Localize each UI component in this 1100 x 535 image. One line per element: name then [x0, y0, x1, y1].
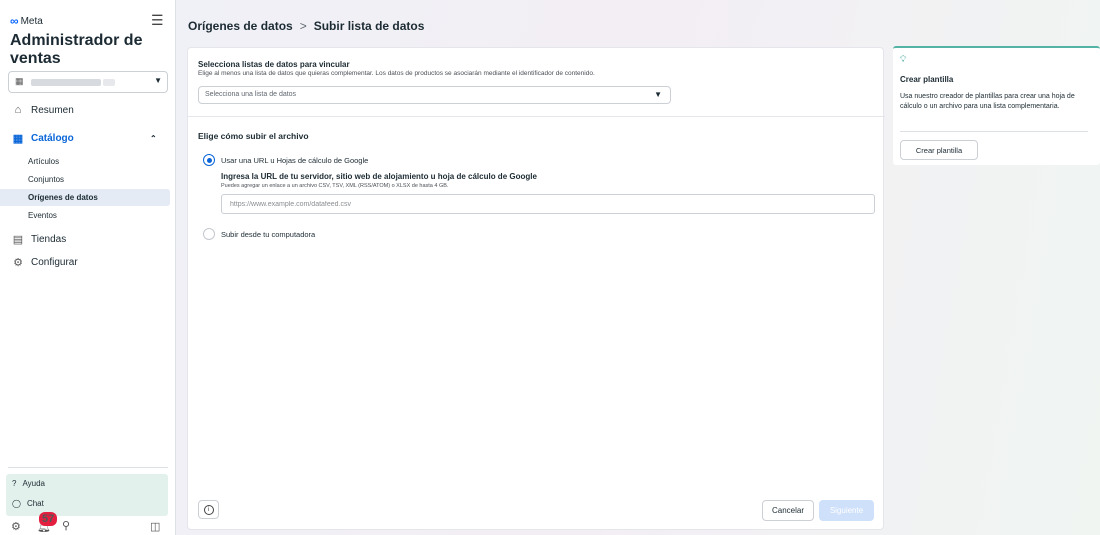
breadcrumb-separator: > [299, 19, 307, 33]
url-field-help: Puedes agregar un enlace a un archivo CS… [221, 183, 449, 189]
template-card-title: Crear plantilla [900, 75, 954, 84]
app-title: Administrador de ventas [10, 32, 143, 67]
menu-icon[interactable]: ☰ [151, 12, 164, 29]
cancel-button[interactable]: Cancelar [762, 500, 814, 521]
select-lists-title: Selecciona listas de datos para vincular [198, 60, 350, 69]
help-box: ? Ayuda ◯ Chat [6, 474, 168, 516]
next-button[interactable]: Siguiente [819, 500, 874, 521]
grid-icon: ▦ [15, 76, 24, 86]
sidebar-item-label: Tiendas [31, 234, 67, 245]
help-label: Ayuda [22, 479, 45, 488]
data-list-select[interactable]: Selecciona una lista de datos ▼ [198, 86, 671, 104]
url-field-title: Ingresa la URL de tu servidor, sitio web… [221, 172, 537, 181]
radio-url-option[interactable] [203, 154, 215, 166]
url-option-label[interactable]: Usar una URL u Hojas de cálculo de Googl… [221, 156, 368, 165]
help-link[interactable]: ? Ayuda [12, 479, 45, 488]
info-icon: i [203, 504, 214, 515]
question-icon: ? [12, 479, 17, 488]
lightbulb-icon: 💡︎ [900, 54, 907, 64]
catalog-grid-icon: ▦ [12, 133, 24, 145]
data-list-select-placeholder: Selecciona una lista de datos [205, 91, 297, 98]
sidebar-divider [8, 467, 168, 468]
sidebar-subitem-events[interactable]: Eventos [0, 207, 170, 224]
sidebar-item-label: Catálogo [31, 133, 74, 144]
breadcrumb-current: Subir lista de datos [313, 19, 425, 33]
meta-infinity-icon: ∞ [10, 14, 19, 28]
meta-brand-text: Meta [20, 15, 43, 27]
sidebar-item-catalog[interactable]: ▦ Catálogo ⌃ [0, 132, 176, 145]
breadcrumb-data-sources[interactable]: Orígenes de datos [188, 19, 293, 33]
sidebar-item-label: Configurar [31, 257, 78, 268]
create-template-button[interactable]: Crear plantilla [900, 140, 978, 160]
sidebar-item-summary[interactable]: ⌂ Resumen [0, 104, 176, 116]
settings-gear-icon[interactable]: ⚙ [11, 520, 21, 533]
sidebar-item-shops[interactable]: ▤ Tiendas [0, 233, 176, 246]
url-input[interactable] [221, 194, 875, 214]
sidebar-item-label: Resumen [31, 104, 74, 116]
notification-badge: 57 [39, 512, 58, 526]
chat-label: Chat [26, 499, 44, 508]
sidebar-bottom-toolbar: ⚙ 🔔︎ 57 ⚲ ◫ [0, 512, 176, 535]
section-divider [188, 116, 885, 117]
upload-method-title: Elige cómo subir el archivo [198, 131, 309, 141]
sidebar-subitem-data-sources[interactable]: Orígenes de datos [0, 189, 170, 206]
chevron-up-icon: ⌃ [150, 134, 157, 143]
info-button[interactable]: i [198, 500, 219, 519]
sidebar-item-settings[interactable]: ⚙ Configurar [0, 256, 176, 269]
chat-link[interactable]: ◯ Chat [12, 499, 44, 508]
chat-bubble-icon: ◯ [12, 499, 21, 508]
account-id-redacted [103, 79, 115, 86]
template-card-divider [900, 131, 1088, 132]
sidebar: ∞ Meta ☰ Administrador de ventas ▦ ▼ ⌂ R… [0, 0, 176, 535]
account-name-redacted [31, 79, 101, 86]
upload-option-label[interactable]: Subir desde tu computadora [221, 230, 315, 239]
upload-panel: Selecciona listas de datos para vincular… [187, 47, 885, 530]
breadcrumb: Orígenes de datos > Subir lista de datos [188, 19, 424, 33]
search-icon[interactable]: ⚲ [62, 519, 70, 532]
radio-upload-option[interactable] [203, 228, 215, 240]
gear-icon: ⚙ [13, 257, 23, 269]
sidebar-subitem-sets[interactable]: Conjuntos [0, 171, 170, 188]
meta-logo[interactable]: ∞ Meta [10, 14, 43, 28]
template-card: 💡︎ Crear plantilla Usa nuestro creador d… [893, 46, 1100, 165]
caret-down-icon: ▼ [154, 76, 162, 85]
panel-toggle-icon[interactable]: ◫ [150, 520, 160, 533]
select-lists-description: Elige al menos una lista de datos que qu… [198, 70, 595, 77]
home-icon: ⌂ [14, 104, 22, 116]
account-select[interactable]: ▦ ▼ [8, 71, 168, 93]
template-card-description: Usa nuestro creador de plantillas para c… [900, 93, 1075, 110]
caret-down-icon: ▼ [654, 90, 662, 99]
sidebar-subitem-items[interactable]: Artículos [0, 153, 170, 170]
store-icon: ▤ [12, 234, 24, 246]
